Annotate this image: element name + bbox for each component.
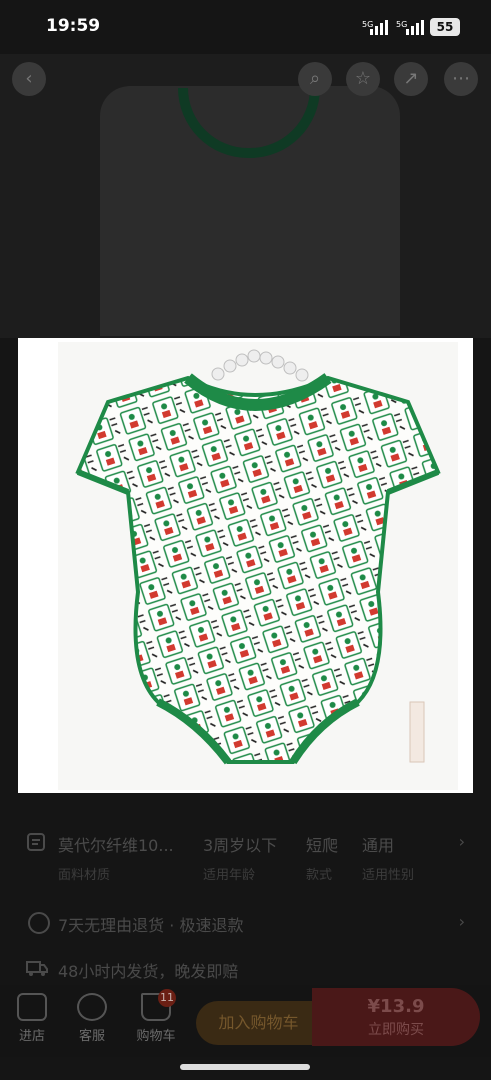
buy-now-button[interactable]: ¥13.9 立即购买 xyxy=(312,988,480,1046)
hanger xyxy=(211,349,309,382)
spec-gender-value: 通用 xyxy=(362,836,395,855)
chat-icon xyxy=(77,993,107,1021)
shipping-text: 48小时内发货，晚发即赔 xyxy=(58,962,239,981)
spec-age-label: 适用年龄 xyxy=(203,868,256,883)
shop-button[interactable]: 进店 xyxy=(4,993,60,1044)
bodysuit-illustration xyxy=(75,349,441,765)
back-icon[interactable]: ‹ xyxy=(12,62,46,96)
spec-material-label: 面料材质 xyxy=(58,868,111,883)
chevron-right-icon: › xyxy=(458,832,465,851)
product-header-image xyxy=(0,54,491,338)
home-indicator xyxy=(180,1064,310,1070)
store-icon xyxy=(17,993,47,1021)
signal-icon: 5G xyxy=(362,20,388,35)
customer-service-button[interactable]: 客服 xyxy=(64,993,120,1044)
favorite-icon[interactable]: ☆ xyxy=(346,62,380,96)
chevron-right-icon: › xyxy=(458,912,465,931)
shop-label: 进店 xyxy=(18,1029,45,1044)
cart-label: 购物车 xyxy=(136,1029,176,1044)
spec-style-label: 款式 xyxy=(306,868,333,883)
more-icon[interactable]: ⋯ xyxy=(444,62,478,96)
status-time: 19:59 xyxy=(46,16,101,36)
truck-icon xyxy=(26,961,48,976)
spec-gender-label: 适用性别 xyxy=(362,868,415,883)
net-label-1: 5G xyxy=(362,20,373,29)
spec-style-value: 短爬 xyxy=(306,836,339,855)
return-icon xyxy=(28,912,50,934)
net-label-2: 5G xyxy=(396,20,407,29)
share-icon[interactable]: ↗ xyxy=(394,62,428,96)
status-bar: 19:59 5G 5G 55 xyxy=(0,0,491,54)
price-label: ¥13.9 xyxy=(367,996,425,1017)
battery-indicator: 55 xyxy=(430,18,460,36)
return-policy-row[interactable]: 7天无理由退货 · 极速退款 › xyxy=(0,904,491,948)
product-photo-viewer[interactable] xyxy=(18,338,473,793)
buy-now-label: 立即购买 xyxy=(368,1022,424,1038)
spec-material-value: 莫代尔纤维10... xyxy=(58,836,174,855)
return-policy-text: 7天无理由退货 · 极速退款 xyxy=(58,916,244,935)
product-photo xyxy=(58,342,458,790)
cart-count-badge: 11 xyxy=(158,989,176,1007)
search-icon[interactable]: ⌕ xyxy=(298,62,332,96)
spec-row[interactable]: 莫代尔纤维10... 面料材质 3周岁以下 适用年龄 短爬 款式 通用 适用性别… xyxy=(0,820,491,890)
add-to-cart-button[interactable]: 加入购物车 xyxy=(196,1001,321,1045)
signal-icon-2: 5G xyxy=(396,20,424,35)
spec-age-value: 3周岁以下 xyxy=(203,836,278,855)
spec-icon xyxy=(27,833,45,851)
service-label: 客服 xyxy=(78,1029,105,1044)
